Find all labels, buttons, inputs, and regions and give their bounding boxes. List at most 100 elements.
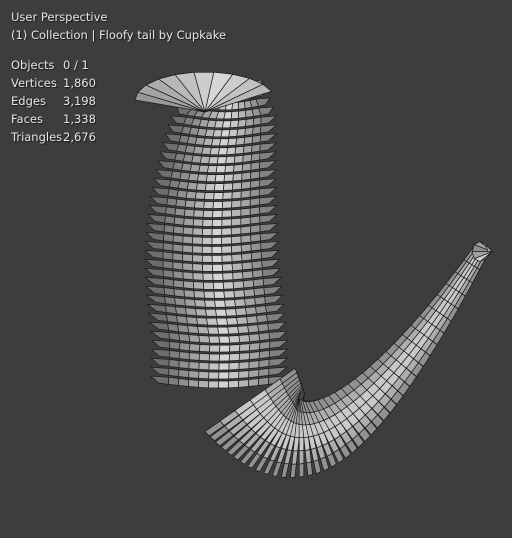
mesh-face [176,189,188,199]
mesh-face [259,151,278,161]
mesh-face [168,368,180,377]
mesh-face [183,208,195,218]
mesh-face [186,316,199,325]
mesh-face [241,171,252,181]
mesh-face [218,353,230,362]
mesh-face [167,188,179,198]
mesh-face [187,325,200,334]
mesh-face [151,187,170,197]
mesh-face [228,362,240,371]
mesh-face [218,362,230,371]
mesh-face [268,348,289,358]
mesh-face [260,124,278,134]
mesh-face [212,281,225,290]
mesh-face [226,317,239,326]
mesh-face [240,234,252,244]
stat-row-edges: Edges 3,198 [11,92,96,110]
mesh-face [240,207,251,217]
mesh-face [232,280,245,290]
mesh-face [231,181,243,191]
mesh-face [267,321,287,331]
mesh-face [248,351,260,360]
mesh-face [268,357,289,367]
mesh-face [192,227,204,236]
mesh-face [213,183,225,191]
mesh-face [250,170,260,180]
mesh-face [174,297,186,307]
mesh-face [173,279,185,289]
mesh-face [164,296,176,306]
mesh-face [232,172,243,182]
mesh-face [244,297,256,307]
mesh-face [249,197,260,207]
mesh-face [250,242,262,252]
mesh-face [211,236,223,245]
mesh-face [250,152,261,162]
mesh-face [236,128,246,137]
mesh-face [223,173,234,182]
mesh-face [229,344,241,353]
mesh-face [162,142,180,152]
mesh-face [192,245,203,254]
mesh-face [172,234,184,244]
mesh-face [155,169,174,179]
mesh-face [264,294,284,304]
mesh-face [198,380,210,389]
mesh-face [214,299,226,308]
stat-row-faces: Faces 1,338 [11,110,96,128]
mesh-face [246,315,259,325]
mesh-face [159,151,178,161]
mesh-face [166,314,179,324]
mesh-face [234,145,245,155]
mesh-face [237,119,247,128]
mesh-face [252,125,262,135]
mesh-face [199,344,211,353]
mesh-face [231,253,243,263]
mesh-face [212,272,224,281]
mesh-face [202,228,213,236]
mesh-face [202,210,214,218]
mesh-face [164,215,176,225]
mesh-face [258,376,270,386]
stat-label: Objects [11,58,55,72]
mesh-face [221,236,232,245]
mesh-face [238,352,250,361]
mesh-face [184,298,196,307]
mesh-face [250,251,263,261]
mesh-face [235,307,247,316]
mesh-face [229,119,240,129]
mesh-face [205,174,217,183]
mesh-face [206,165,218,174]
mesh-face [289,463,297,479]
mesh-face [169,341,181,350]
stat-value: 1,338 [63,112,96,126]
mesh-face [212,201,224,209]
mesh-face [242,144,253,154]
mesh-face [198,362,210,371]
mesh-face [164,133,182,143]
mesh-face [189,343,201,352]
viewport-statistics: Objects 0 / 1 Vertices 1,860 Edges 3,198… [11,56,96,146]
mesh-face [188,379,200,388]
mesh-face [235,137,246,146]
mesh-face [146,303,167,313]
mesh-face [194,191,206,200]
mesh-face [258,350,270,359]
mesh-face [168,350,180,359]
3d-viewport[interactable]: User Perspective (1) Collection | Floofy… [0,0,512,538]
mesh-face [216,317,229,326]
mesh-face [225,155,236,164]
mesh-face [182,271,194,281]
mesh-face [249,188,260,198]
mesh-face [195,308,207,317]
mesh-face [258,178,278,188]
mesh-face [221,263,233,272]
mesh-face [231,262,243,272]
mesh-face [222,191,233,200]
mesh-face [145,294,166,305]
mesh-face [202,272,214,281]
mesh-face [265,303,285,313]
mesh-face [240,225,251,235]
mesh-face [271,461,282,477]
mesh-face [208,353,220,362]
